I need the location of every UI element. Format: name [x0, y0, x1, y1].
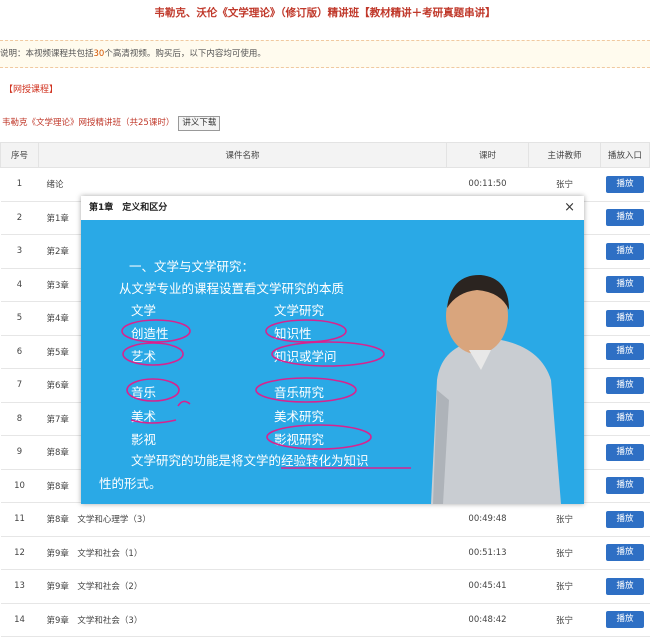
notice-suffix: 个高清视频。购买后，以下内容均可使用。: [104, 49, 266, 59]
table-row: 13 第9章 文学和社会（2） 00:45:41 张宁 播放: [0, 569, 650, 604]
lecturer: [431, 274, 561, 504]
play-cell: 播放: [600, 167, 650, 202]
lesson-name: 第9章 文学和社会（3）: [38, 603, 447, 637]
play-button[interactable]: 播放: [606, 577, 644, 595]
row-index: 14: [0, 603, 39, 637]
row-index: 2: [0, 201, 39, 235]
play-cell: 播放: [600, 402, 650, 436]
row-index: 11: [0, 502, 39, 537]
lesson-teacher: 张宁: [528, 569, 601, 604]
notice-count: 30: [93, 49, 105, 59]
row-index: 5: [0, 301, 39, 336]
lesson-name: 第9章 文学和社会（1）: [38, 536, 447, 570]
header-play: 播放入口: [600, 142, 650, 168]
notice-prefix: 说明：本视频课程共包括: [0, 49, 94, 59]
row-index: 3: [0, 234, 39, 269]
row-index: 8: [0, 402, 39, 436]
row-index: 9: [0, 435, 39, 470]
video-modal: 第1章 定义和区分 × 一、文学与文学研究： 从文学专业的课程设置看文学研究的本…: [81, 196, 584, 504]
section-label: 【网授课程】: [4, 85, 59, 95]
play-button[interactable]: 播放: [606, 410, 644, 428]
play-button[interactable]: 播放: [606, 343, 644, 361]
play-button[interactable]: 播放: [606, 242, 644, 260]
video-player[interactable]: 一、文学与文学研究： 从文学专业的课程设置看文学研究的本质 文学 文学研究 创造…: [81, 220, 584, 504]
lesson-duration: 00:51:13: [446, 536, 529, 570]
table-row: 12 第9章 文学和社会（1） 00:51:13 张宁 播放: [0, 536, 650, 570]
header-index: 序号: [0, 142, 39, 168]
play-button[interactable]: 播放: [606, 309, 644, 327]
play-button[interactable]: 播放: [606, 276, 644, 294]
play-button[interactable]: 播放: [606, 209, 644, 227]
row-index: 4: [0, 268, 39, 302]
play-cell: 播放: [600, 569, 650, 604]
play-cell: 播放: [600, 268, 650, 302]
play-cell: 播放: [600, 536, 650, 570]
play-cell: 播放: [600, 234, 650, 269]
lecturer-figure: [121, 274, 561, 504]
play-cell: 播放: [600, 502, 650, 537]
play-cell: 播放: [600, 201, 650, 235]
play-button[interactable]: 播放: [606, 376, 644, 394]
course-title-line: 韦勒克《文学理论》网授精讲班（共25课时） 讲义下载: [2, 115, 221, 131]
play-button[interactable]: 播放: [606, 175, 644, 193]
table-header-row: 序号 课件名称 课时 主讲教师 播放入口: [0, 142, 650, 168]
header-name: 课件名称: [38, 142, 447, 168]
download-notes-button[interactable]: 讲义下载: [178, 116, 221, 131]
notice-bar: 说明：本视频课程共包括30个高清视频。购买后，以下内容均可使用。: [0, 40, 650, 68]
play-button[interactable]: 播放: [606, 544, 644, 562]
play-cell: 播放: [600, 469, 650, 503]
play-cell: 播放: [600, 368, 650, 403]
play-cell: 播放: [600, 603, 650, 637]
row-index: 13: [0, 569, 39, 604]
row-index: 6: [0, 335, 39, 369]
course-title: 韦勒克《文学理论》网授精讲班（共25课时）: [2, 118, 175, 128]
row-index: 1: [0, 167, 39, 202]
table-row: 14 第9章 文学和社会（3） 00:48:42 张宁 播放: [0, 603, 650, 637]
lesson-name: 第8章 文学和心理学（3）: [38, 502, 447, 537]
header-teacher: 主讲教师: [528, 142, 601, 168]
modal-title: 第1章 定义和区分: [89, 203, 168, 213]
play-button[interactable]: 播放: [606, 443, 644, 461]
row-index: 7: [0, 368, 39, 403]
play-button[interactable]: 播放: [606, 510, 644, 528]
lesson-duration: 00:48:42: [446, 603, 529, 637]
row-index: 12: [0, 536, 39, 570]
annotation-marks: [121, 319, 411, 469]
play-cell: 播放: [600, 435, 650, 470]
close-icon[interactable]: ×: [564, 196, 575, 220]
lesson-teacher: 张宁: [528, 536, 601, 570]
row-index: 10: [0, 469, 39, 503]
table-row: 11 第8章 文学和心理学（3） 00:49:48 张宁 播放: [0, 502, 650, 537]
play-cell: 播放: [600, 301, 650, 336]
play-button[interactable]: 播放: [606, 611, 644, 629]
lesson-teacher: 张宁: [528, 603, 601, 637]
lesson-duration: 00:45:41: [446, 569, 529, 604]
lesson-duration: 00:49:48: [446, 502, 529, 537]
play-button[interactable]: 播放: [606, 477, 644, 495]
lesson-name: 第9章 文学和社会（2）: [38, 569, 447, 604]
modal-header: 第1章 定义和区分 ×: [81, 196, 584, 221]
play-cell: 播放: [600, 335, 650, 369]
lesson-teacher: 张宁: [528, 502, 601, 537]
page-title: 韦勒克、沃伦《文学理论》（修订版）精讲班【教材精讲＋考研真题串讲】: [154, 7, 496, 19]
header-duration: 课时: [446, 142, 529, 168]
